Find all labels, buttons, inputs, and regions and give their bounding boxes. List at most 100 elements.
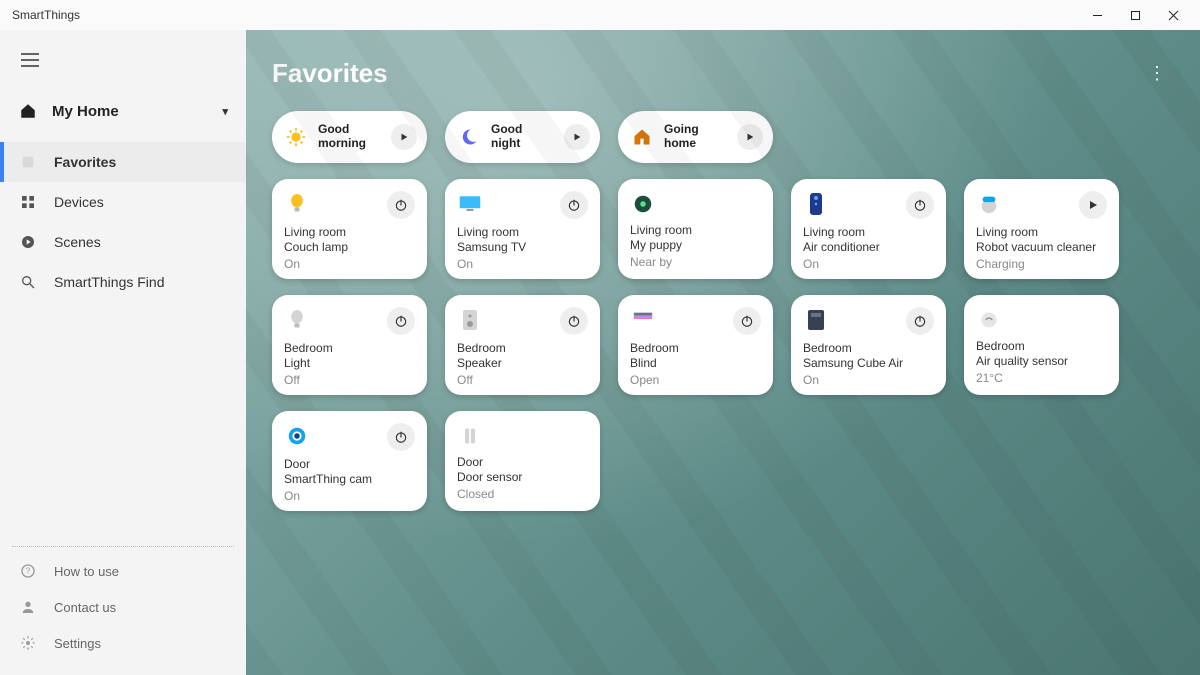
sidebar-item-find[interactable]: SmartThings Find [0,262,246,302]
power-button[interactable] [387,191,415,219]
device-name: My puppy [630,238,761,253]
help-icon: ? [18,563,38,579]
power-button[interactable] [906,191,934,219]
cube-icon [803,307,829,333]
grid-icon [18,194,38,210]
run-scene-button[interactable] [391,124,417,150]
bulb-off-icon [284,307,310,333]
device-name: Air conditioner [803,240,934,255]
device-room: Bedroom [976,339,1107,354]
device-card[interactable]: BedroomBlindOpen [618,295,773,395]
power-button[interactable] [560,307,588,335]
door-icon [457,423,483,449]
device-card[interactable]: BedroomSamsung Cube Air On [791,295,946,395]
scene-card[interactable]: Goinghome [618,111,773,163]
maximize-button[interactable] [1116,0,1154,30]
page-header: Favorites ⋮ [272,58,1174,89]
power-button[interactable] [906,307,934,335]
bulb-on-icon [284,191,310,217]
device-status: Closed [457,487,588,502]
device-room: Bedroom [457,341,588,356]
scene-card[interactable]: Goodmorning [272,111,427,163]
device-card[interactable]: BedroomSpeakerOff [445,295,600,395]
device-card[interactable]: DoorDoor sensorClosed [445,411,600,511]
device-card[interactable]: Living roomCouch lampOn [272,179,427,279]
main-content: Favorites ⋮ Goodmorning Goodnight Goinghom… [246,30,1200,675]
page-title: Favorites [272,58,388,89]
device-name: Speaker [457,356,588,371]
sidebar-footer-help[interactable]: ? How to use [0,553,246,589]
device-room: Living room [803,225,934,240]
device-room: Bedroom [803,341,934,356]
app-title: SmartThings [12,8,80,22]
sidebar-footer-settings[interactable]: Settings [0,625,246,661]
speaker-icon [457,307,483,333]
device-card[interactable]: Living roomRobot vacuum cleaner Charging [964,179,1119,279]
sidebar-item-label: Devices [54,194,104,210]
device-status: On [284,257,415,272]
search-target-icon [18,274,38,290]
device-status: Off [284,373,415,388]
device-grid: Living roomCouch lampOnLiving roomSamsun… [272,179,1174,511]
sidebar-item-scenes[interactable]: Scenes [0,222,246,262]
blind-icon [630,307,656,333]
person-icon [18,599,38,615]
device-room: Living room [976,225,1107,240]
power-button[interactable] [560,191,588,219]
device-room: Bedroom [284,341,415,356]
sidebar-divider [12,546,234,547]
power-button[interactable] [387,423,415,451]
device-name: Blind [630,356,761,371]
device-card[interactable]: Living roomSamsung TVOn [445,179,600,279]
device-card[interactable]: Living roomMy puppyNear by [618,179,773,279]
sidebar-footer-contact[interactable]: Contact us [0,589,246,625]
minimize-button[interactable] [1078,0,1116,30]
play-button[interactable] [1079,191,1107,219]
device-card[interactable]: BedroomLight Off [272,295,427,395]
home-icon [18,102,38,120]
robot-vac-icon [976,191,1002,217]
device-card[interactable]: DoorSmartThing camOn [272,411,427,511]
device-room: Bedroom [630,341,761,356]
device-card[interactable]: BedroomAir quality sensor 21°C [964,295,1119,395]
device-status: Charging [976,257,1107,272]
device-card[interactable]: Living roomAir conditioner On [791,179,946,279]
sidebar-item-devices[interactable]: Devices [0,182,246,222]
sun-icon [284,125,308,149]
title-bar: SmartThings [0,0,1200,30]
footer-label: Settings [54,636,101,651]
more-menu-button[interactable]: ⋮ [1140,59,1174,88]
house-icon [630,125,654,149]
menu-toggle-button[interactable] [6,40,54,80]
device-room: Living room [457,225,588,240]
run-scene-button[interactable] [737,124,763,150]
device-name: Light [284,356,415,371]
device-name: Samsung Cube Air [803,356,934,371]
device-name: Robot vacuum cleaner [976,240,1107,255]
chevron-down-icon: ▾ [222,105,228,118]
close-button[interactable] [1154,0,1192,30]
device-status: On [803,373,934,388]
tv-icon [457,191,483,217]
device-status: Near by [630,255,761,270]
sidebar-item-favorites[interactable]: Favorites [0,142,246,182]
camera-icon [284,423,310,449]
home-label: My Home [52,103,119,120]
power-button[interactable] [733,307,761,335]
scene-card[interactable]: Goodnight [445,111,600,163]
footer-label: Contact us [54,600,116,615]
run-scene-button[interactable] [564,124,590,150]
home-selector[interactable]: My Home ▾ [0,92,246,130]
device-status: 21°C [976,371,1107,386]
device-status: On [457,257,588,272]
device-room: Door [284,457,415,472]
play-circle-icon [18,234,38,250]
gear-icon [18,635,38,651]
power-button[interactable] [387,307,415,335]
device-status: On [803,257,934,272]
scene-label: Goinghome [664,123,727,151]
device-room: Living room [284,225,415,240]
device-name: Air quality sensor [976,354,1107,369]
star-icon [18,154,38,170]
device-name: SmartThing cam [284,472,415,487]
